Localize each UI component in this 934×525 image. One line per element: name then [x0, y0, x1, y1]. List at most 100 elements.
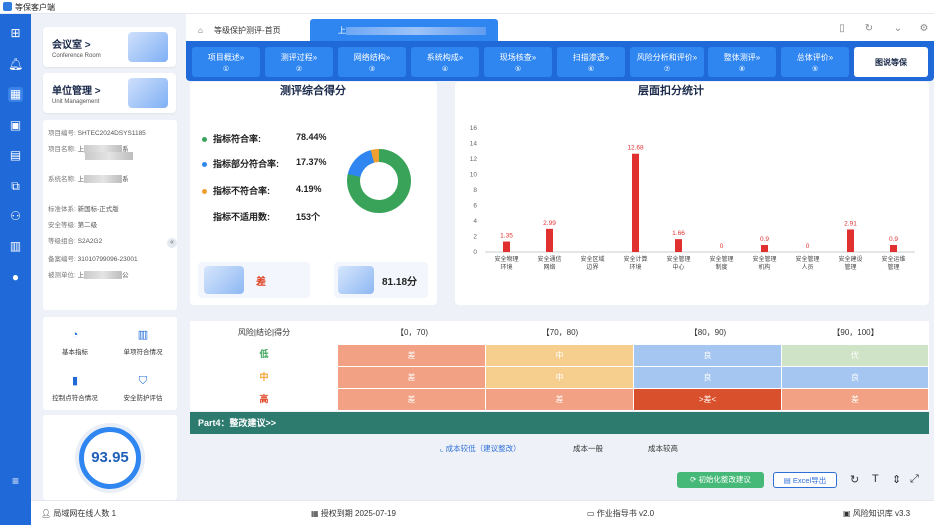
risk-header-3: 【80，90) — [689, 328, 727, 337]
x-tick-label: 管理 — [844, 263, 856, 271]
x-tick-label: 管理 — [887, 263, 899, 271]
step-illustrated[interactable]: 图说等保 — [854, 47, 928, 77]
cost-tab-low[interactable]: ⌞ 成本较低（建议整改） — [440, 443, 521, 454]
info-record-no: 备案编号: 31010799096-23001 — [48, 256, 138, 263]
x-tick-label: 安全区域 — [580, 255, 604, 263]
book-icon: ▭ — [587, 509, 597, 518]
risk-library[interactable]: ▣ 风险知识库 v3.3 — [843, 508, 910, 519]
step-7[interactable]: 风险分析和评价» ⑦ — [630, 47, 704, 77]
doc-icon[interactable]: ▯ — [836, 23, 848, 35]
left-rail: ⊞ 🔔︎ ▦ ▣ ▤ ⧉ ⚇ ▥ ● ≡ — [0, 14, 31, 525]
file-icon: ▤ — [783, 476, 793, 485]
info-level: 安全等级: 第二级 — [48, 222, 98, 229]
score-row-na: 指标不适用数: 153个 — [213, 212, 321, 222]
monitor-icon[interactable]: ⧉ — [8, 179, 23, 194]
work-guide[interactable]: ▭ 作业指导书 v2.0 — [587, 508, 654, 519]
x-tick-label: 环境 — [629, 263, 641, 271]
step-3[interactable]: 网络结构» ③ — [338, 47, 406, 77]
cost-tabs: ⌞ 成本较低（建议整改） 成本一般 成本较高 — [190, 440, 929, 460]
card-title: 会议室 > — [52, 40, 91, 51]
chevron-down-icon[interactable]: ⌄ — [892, 23, 904, 35]
basic-indicator-button[interactable]: ◔ 基本指标 — [45, 329, 105, 356]
tab-active[interactable]: 上 — [310, 19, 498, 43]
tools-panel: ◔ 基本指标 ▥ 单项符合情况 ▮ 控制点符合情况 ⛉ 安全防护评估 — [43, 317, 177, 410]
excel-export-button[interactable]: ▤ Excel导出 — [773, 472, 837, 488]
control-point-button[interactable]: ▮ 控制点符合情况 — [45, 375, 105, 402]
bar — [675, 239, 682, 252]
conference-room-card[interactable]: 会议室 > Conference Room — [43, 27, 176, 67]
tab-home[interactable]: ⌂ 等级保护测评-首页 — [186, 19, 310, 43]
bar — [546, 228, 553, 252]
security-eval-button[interactable]: ⛉ 安全防护评估 — [113, 375, 173, 402]
text-icon[interactable]: T — [872, 473, 879, 485]
users-icon[interactable]: ⚇ — [8, 209, 23, 224]
doc-icon[interactable]: ▤ — [8, 148, 23, 163]
project-info-panel: 项目编号: SHTEC2024DSYS1185 项目名称: 上系 系统名称: 上… — [43, 120, 177, 310]
x-tick-label: 环境 — [500, 263, 512, 271]
cost-tab-high[interactable]: 成本较高 — [648, 443, 678, 454]
tab-bar: ⌂ 等级保护测评-首页 上 ▯ ↻ ⌄ ⚙ — [186, 14, 934, 43]
pie-icon: ◔ — [71, 329, 79, 341]
step-5[interactable]: 现场核查» ⑤ — [484, 47, 552, 77]
apple-icon[interactable]: ● — [8, 270, 23, 285]
card-subtitle: Conference Room — [52, 53, 101, 59]
grade-box: 差 — [198, 262, 310, 298]
refresh-icon[interactable]: ↻ — [850, 473, 859, 486]
y-tick-label: 6 — [473, 203, 477, 210]
shield-icon: ⛉ — [138, 375, 148, 387]
risk-cell: 差 — [338, 345, 486, 367]
x-tick-label: 机构 — [758, 263, 770, 271]
risk-cell: 差 — [338, 367, 486, 389]
step-4[interactable]: 系统构成» ④ — [411, 47, 479, 77]
single-item-button[interactable]: ▥ 单项符合情况 — [113, 329, 173, 356]
collapse-icon[interactable]: « — [167, 238, 177, 248]
bar-value-label: 0 — [806, 243, 810, 250]
y-tick-label: 0 — [473, 249, 477, 256]
chart-illustration-icon — [204, 266, 244, 294]
risk-header-4: 【90，100】 — [832, 328, 879, 337]
settings-icon[interactable]: ⚙ — [918, 23, 930, 35]
bar-value-label: 0.9 — [889, 236, 898, 243]
score-panel: 测评综合得分 指标符合率: 78.44% 指标部分符合率: 17.37% 指标不符合… — [190, 82, 437, 305]
collapse-vertical-icon[interactable]: ⇕ — [892, 473, 901, 486]
grid-icon[interactable]: ▦ — [8, 87, 23, 102]
step-navigation: 项目概述» ① 测评过程» ② 网络结构» ③ 系统构成» ④ 现场核查» ⑤ 扫描渗透»… — [186, 41, 934, 81]
bar-value-label: 0 — [720, 243, 724, 250]
fullscreen-icon[interactable]: ⤢ — [910, 473, 919, 486]
menu-icon[interactable]: ≡ — [8, 474, 23, 489]
status-bar: 👤︎ 局域网在线人数 1 ▦ 授权到期 2025-07-19 ▭ 作业指导书 v… — [31, 500, 934, 525]
add-icon[interactable]: ⊞ — [8, 26, 23, 41]
step-8[interactable]: 整体测评» ⑧ — [708, 47, 776, 77]
book-icon: ▮ — [71, 375, 79, 387]
step-9[interactable]: 总体评价» ⑨ — [781, 47, 849, 77]
part4-banner[interactable]: Part4：整改建议>> — [190, 412, 929, 434]
risk-level-high: 高 — [259, 394, 269, 404]
step-2[interactable]: 测评过程» ② — [265, 47, 333, 77]
step-6[interactable]: 扫描渗透» ⑥ — [557, 47, 625, 77]
x-tick-label: 安全物理 — [494, 255, 518, 263]
unit-management-card[interactable]: 单位管理 > Unit Management — [43, 73, 176, 113]
risk-level-low: 低 — [259, 349, 269, 359]
title-bar: 等保客户端 — [0, 0, 934, 14]
x-tick-label: 安全管理 — [709, 255, 733, 263]
x-tick-label: 安全管理 — [666, 255, 690, 263]
refresh-icon[interactable]: ↻ — [863, 23, 875, 35]
home-icon: ⌂ — [198, 26, 203, 35]
x-tick-label: 中心 — [672, 263, 684, 271]
score-row-fail: 指标不符合率: 4.19% — [202, 184, 322, 197]
risk-table: 风险|结论|得分 【0，70) 【70，80) 【80，90) 【90，100】… — [190, 321, 929, 411]
unit-illustration-icon — [128, 78, 168, 108]
y-tick-label: 4 — [473, 218, 477, 225]
cost-tab-mid[interactable]: 成本一般 — [573, 443, 603, 454]
x-tick-label: 安全通信 — [537, 255, 561, 263]
bar-value-label: 12.68 — [627, 145, 644, 152]
step-1[interactable]: 项目概述» ① — [192, 47, 260, 77]
risk-cell: 中 — [486, 345, 634, 367]
report-icon[interactable]: ▥ — [8, 239, 23, 254]
y-tick-label: 2 — [473, 234, 477, 241]
bell-icon[interactable]: 🔔︎ — [8, 57, 23, 72]
folder-icon[interactable]: ▣ — [8, 118, 23, 133]
init-suggestion-button[interactable]: ⟳ 初始化整改建议 — [677, 472, 764, 488]
bar-value-label: 0.9 — [760, 236, 769, 243]
risk-header-2: 【70，80) — [541, 328, 579, 337]
